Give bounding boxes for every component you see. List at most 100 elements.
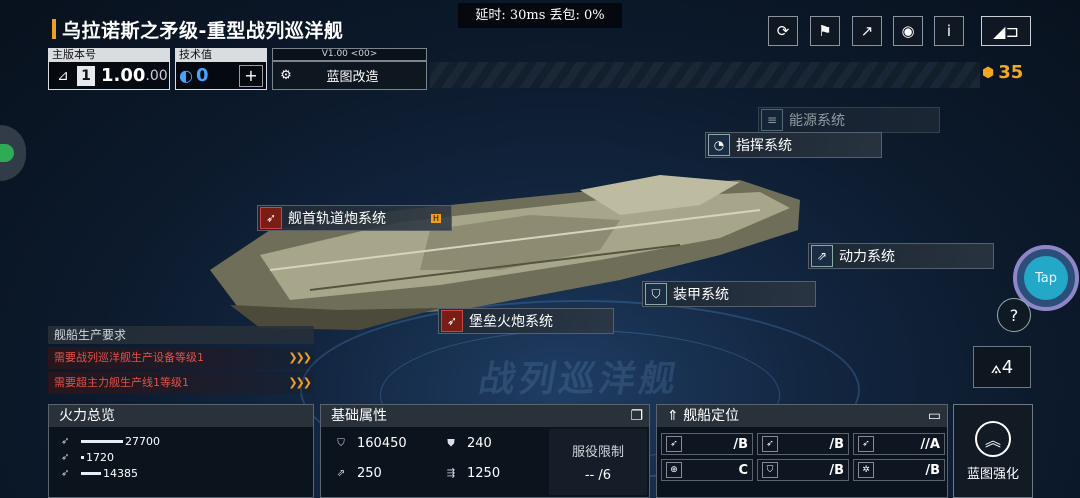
copy-icon[interactable]: ❐ [630, 405, 643, 427]
share-button[interactable]: ⚑ [810, 16, 840, 46]
view-button[interactable]: ◉ [893, 16, 923, 46]
ship-title: 乌拉诺斯之矛级-重型战列巡洋舰 [62, 20, 344, 42]
credit-icon: ⬢ [982, 64, 995, 81]
service-limit-label: 服役限制 [571, 445, 624, 460]
share-icon: ⚑ [818, 22, 832, 40]
role-target-icon: ⊕ [666, 462, 682, 478]
role-attack-icon: ➶ [666, 436, 682, 452]
firepower-panel[interactable]: 火力总览 ➶ 27700 ➶ 1720 ➶ 14385 [48, 404, 314, 498]
system-power[interactable]: ⇗ 动力系统 [808, 243, 994, 269]
tech-value: 0 [196, 65, 209, 86]
engine-icon: ⇗ [811, 245, 833, 267]
system-command-label: 指挥系统 [736, 138, 792, 154]
position-r2-c2: /B [829, 462, 844, 478]
tap-label: Tap [1024, 256, 1068, 300]
eye-icon: ◉ [901, 22, 915, 40]
blueprint-modify-button[interactable]: ⚙ 蓝图改造 [272, 61, 427, 90]
blueprint-version: V1.00 <00> [272, 48, 427, 61]
cannon-icon: ➶ [441, 310, 463, 332]
missile-icon: ➶ [260, 207, 282, 229]
system-armor[interactable]: ⛉ 装甲系统 [642, 281, 816, 307]
command-icon: ◔ [708, 134, 730, 156]
production-req-2-text: 需要超主力舰生产线1等级1 [54, 376, 189, 389]
hull-icon: ⇶ [446, 467, 456, 479]
firepower-value-3: 14385 [103, 466, 138, 480]
tech-icon: ◐ [179, 66, 193, 85]
firepower-title: 火力总览 [49, 405, 313, 427]
help-button[interactable]: ? [997, 298, 1031, 332]
hp-icon: ⛉ [337, 437, 345, 449]
latency-indicator: 延时: 30ms 丢包: 0% [458, 3, 622, 28]
question-icon: ? [1009, 305, 1019, 325]
blueprint-upgrade-button[interactable]: ︽ 蓝图强化 [953, 404, 1033, 498]
ship-position-panel[interactable]: ⇑ 舰船定位 ▭ ➶ /B ➶ /B ➶ //A ⊕ C ⛉ /B ✲ /B [656, 404, 948, 498]
system-armor-label: 装甲系统 [673, 287, 729, 303]
firepower-bar-2 [81, 455, 84, 459]
export-button[interactable]: ↗ [852, 16, 882, 46]
position-r1-c2: /B [829, 436, 844, 452]
header-stripe [430, 62, 980, 88]
position-r2-c3: /B [925, 462, 940, 478]
production-requirements: 舰船生产要求 需要战列巡洋舰生产设备等级1 ❯❯❯ 需要超主力舰生产线1等级1 ❯❯… [48, 326, 314, 394]
blueprint-modify-label: 蓝图改造 [326, 70, 379, 85]
role-support-icon: ➶ [858, 436, 874, 452]
position-r2-c1: C [738, 462, 748, 478]
rocket-icon: ⇑ [667, 408, 679, 424]
back-icon: ◢⊐ [993, 21, 1019, 41]
main-gun-tag: H [430, 213, 441, 223]
version-major: 1 [77, 65, 95, 86]
chevrons-icon: ❯❯❯ [288, 376, 312, 389]
production-req-1[interactable]: 需要战列巡洋舰生产设备等级1 ❯❯❯ [48, 347, 314, 369]
service-limit: 服役限制 -- /6 [549, 429, 647, 495]
system-energy[interactable]: ≡ 能源系统 [758, 107, 940, 133]
rank-a4-icon: ⟑4 [990, 356, 1014, 378]
firepower-bar-3 [81, 471, 101, 475]
base-hp: 160450 [357, 435, 407, 451]
system-command[interactable]: ◔ 指挥系统 [705, 132, 882, 158]
production-title: 舰船生产要求 [48, 326, 314, 344]
system-main-gun[interactable]: ➶ 舰首轨道炮系统 H [257, 205, 452, 231]
position-title: ⇑ 舰船定位 ▭ [657, 405, 947, 427]
production-req-1-text: 需要战列巡洋舰生产设备等级1 [54, 351, 204, 364]
position-title-text: 舰船定位 [683, 408, 740, 424]
base-title-text: 基础属性 [331, 408, 387, 424]
role-repair-icon: ✲ [858, 462, 874, 478]
ship-type-icon: ⊿ [57, 67, 69, 84]
back-button[interactable]: ◢⊐ [981, 16, 1031, 46]
chevrons-icon: ❯❯❯ [288, 351, 312, 364]
toggle-icon[interactable]: ▭ [928, 405, 941, 427]
tech-value-box: ◐ 0 + [175, 61, 267, 90]
tech-add-button[interactable]: + [239, 64, 263, 87]
base-armor: 240 [467, 435, 492, 451]
refresh-icon: ⟳ [776, 22, 790, 40]
credit-value: 35 [998, 62, 1024, 83]
version-value: 1.00 [101, 65, 146, 86]
refresh-button[interactable]: ⟳ [768, 16, 798, 46]
production-req-2[interactable]: 需要超主力舰生产线1等级1 ❯❯❯ [48, 372, 314, 394]
info-button[interactable]: i [934, 16, 964, 46]
base-attributes-panel[interactable]: 基础属性 ❐ ⛉ 160450 ⛊ 240 ⇗ 250 ⇶ 1250 服役限制 -- /6 [320, 404, 650, 498]
floor-ship-class-text: 战列巡洋舰 [475, 359, 684, 400]
fleet-rank-button[interactable]: ⟑4 [973, 346, 1031, 388]
version-label: 主版本号 [48, 48, 170, 61]
armor-icon: ⛊ [447, 437, 455, 449]
system-power-label: 动力系统 [839, 249, 895, 265]
weapon-icon: ➶ [61, 467, 70, 479]
base-speed: 250 [357, 465, 382, 481]
position-r1-c1: /B [733, 436, 748, 452]
speed-icon: ⇗ [336, 467, 346, 479]
info-icon: i [946, 22, 952, 40]
firepower-bar-1 [81, 439, 123, 443]
blueprint-upgrade-label: 蓝图强化 [966, 466, 1019, 482]
system-fortress[interactable]: ➶ 堡垒火炮系统 [438, 308, 614, 334]
base-title: 基础属性 ❐ [321, 405, 649, 427]
system-main-gun-label: 舰首轨道炮系统 [288, 211, 386, 227]
shield-icon: ⛉ [645, 283, 667, 305]
energy-icon: ≡ [761, 109, 783, 131]
version-minor: .00 [145, 67, 168, 84]
firepower-value-1: 27700 [125, 434, 160, 448]
role-missile-icon: ➶ [762, 436, 778, 452]
weapon-icon: ➶ [61, 435, 70, 447]
system-energy-label: 能源系统 [789, 113, 845, 129]
base-hull: 1250 [467, 465, 501, 481]
